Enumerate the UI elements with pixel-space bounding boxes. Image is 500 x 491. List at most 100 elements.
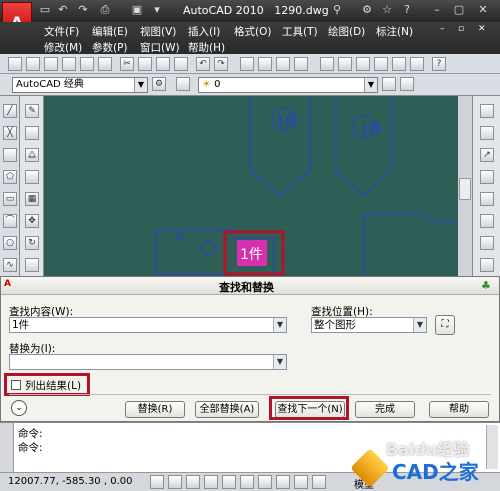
snap-mode-icon[interactable] [150,475,164,489]
help-button[interactable]: 帮助 [429,401,489,418]
menu-help[interactable]: 帮助(H) [188,40,225,55]
close-icon[interactable]: ✕ [476,3,490,17]
dimension-radius-icon[interactable]: ↗ [480,148,494,162]
menu-insert[interactable]: 插入(I) [188,24,220,39]
search-icon[interactable]: ⚙ [360,3,374,17]
arc-icon[interactable]: ⌒ [3,214,17,228]
polyline-icon[interactable] [3,148,17,162]
redo-tool-icon[interactable]: ↷ [214,57,228,71]
minimize-icon[interactable]: – [430,3,444,17]
osnap-mode-icon[interactable] [222,475,236,489]
replace-input[interactable]: ▼ [9,354,287,370]
undo-tool-icon[interactable]: ↶ [196,57,210,71]
plot-icon[interactable] [62,57,76,71]
workspace-settings-icon[interactable]: ⚙ [152,77,166,91]
paste-icon[interactable] [156,57,170,71]
otrack-mode-icon[interactable] [240,475,254,489]
where-select[interactable]: 整个图形 ▼ [311,317,427,333]
lineweight-mode-icon[interactable] [294,475,308,489]
move-icon[interactable]: ✥ [25,214,39,228]
dropdown-icon[interactable]: ▾ [150,3,164,17]
select-objects-button[interactable]: ⛶ [435,315,455,335]
toolbar-help-icon[interactable]: ? [432,57,446,71]
pan-icon[interactable] [240,57,254,71]
workspace-select[interactable]: AutoCAD 经典 ▼ [12,77,148,93]
layer-previous-icon[interactable] [382,77,396,91]
properties-icon[interactable] [320,57,334,71]
vertical-scrollbar[interactable] [458,96,472,276]
extend-icon[interactable] [480,214,494,228]
design-center-icon[interactable] [338,57,352,71]
done-button[interactable]: 完成 [355,401,415,418]
mirror-icon[interactable]: ⧋ [25,148,39,162]
trim-icon[interactable] [480,192,494,206]
menu-format[interactable]: 格式(O) [234,24,271,39]
publish-icon[interactable] [98,57,112,71]
layer-select[interactable]: ☀ 0 ▼ [198,77,378,93]
expand-options-icon[interactable]: ⌄ [11,400,27,416]
dyn-mode-icon[interactable] [276,475,290,489]
menu-dimension[interactable]: 标注(N) [376,24,413,39]
construction-line-icon[interactable]: ╳ [3,126,17,140]
open-file-icon[interactable] [26,57,40,71]
polar-mode-icon[interactable] [204,475,218,489]
explode-icon[interactable] [480,258,494,272]
menu-file[interactable]: 文件(F) [44,24,79,39]
menu-draw[interactable]: 绘图(D) [328,24,365,39]
sheet-set-icon[interactable] [374,57,388,71]
star-icon[interactable]: ☆ [380,3,394,17]
tool-palettes-icon[interactable] [356,57,370,71]
drawing-canvas[interactable]: 1件 1件 1件 [44,96,458,276]
replace-all-button[interactable]: 全部替换(A) [195,401,259,418]
zoom-window-icon[interactable] [276,57,290,71]
menu-tools[interactable]: 工具(T) [282,24,318,39]
command-handle[interactable] [0,423,14,473]
save-icon[interactable] [44,57,58,71]
preview-icon[interactable] [80,57,94,71]
menu-close-icon[interactable]: ✕ [478,24,486,34]
cut-icon[interactable]: ✂ [120,57,134,71]
array-icon[interactable]: ▦ [25,192,39,206]
scale-icon[interactable] [25,258,39,272]
dimension-angle-icon[interactable] [480,170,494,184]
layer-manager-icon[interactable] [176,77,190,91]
menu-edit[interactable]: 编辑(E) [92,24,128,39]
binoculars-icon[interactable]: ⚲ [330,3,344,17]
replace-button[interactable]: 替换(R) [125,401,185,418]
maximize-icon[interactable]: ▢ [452,3,466,17]
zoom-realtime-icon[interactable] [258,57,272,71]
calc-icon[interactable] [410,57,424,71]
menu-view[interactable]: 视图(V) [140,24,176,39]
undo-icon[interactable]: ↶ [56,3,70,17]
make-current-icon[interactable] [400,77,414,91]
rectangle-icon[interactable]: ▭ [3,192,17,206]
markup-icon[interactable] [392,57,406,71]
zoom-previous-icon[interactable] [294,57,308,71]
quick-props-icon[interactable] [312,475,326,489]
fillet-icon[interactable] [480,236,494,250]
match-icon[interactable] [174,57,188,71]
find-dropdown-icon[interactable]: ▼ [273,318,286,332]
menu-parametric[interactable]: 参数(P) [92,40,128,55]
circle-icon[interactable]: ○ [3,236,17,250]
rotate-icon[interactable]: ↻ [25,236,39,250]
copy-icon[interactable] [138,57,152,71]
menu-restore-icon[interactable]: ▫ [458,24,464,34]
copy-object-icon[interactable] [25,126,39,140]
new-icon[interactable]: ▭ [38,3,52,17]
grid-mode-icon[interactable] [168,475,182,489]
ortho-mode-icon[interactable] [186,475,200,489]
redo-icon[interactable]: ↷ [76,3,90,17]
menu-modify[interactable]: 修改(M) [44,40,82,55]
offset-icon[interactable] [25,170,39,184]
line-icon[interactable]: ╱ [3,104,17,118]
erase-icon[interactable]: ✎ [25,104,39,118]
polygon-icon[interactable]: ⬠ [3,170,17,184]
spline-icon[interactable]: ∿ [3,258,17,272]
open-icon[interactable]: ▣ [130,3,144,17]
replace-dropdown-icon[interactable]: ▼ [273,355,286,369]
print-icon[interactable]: ⎙ [98,3,112,17]
menu-window[interactable]: 窗口(W) [140,40,180,55]
new-file-icon[interactable] [8,57,22,71]
find-input[interactable]: 1件 ▼ [9,317,287,333]
